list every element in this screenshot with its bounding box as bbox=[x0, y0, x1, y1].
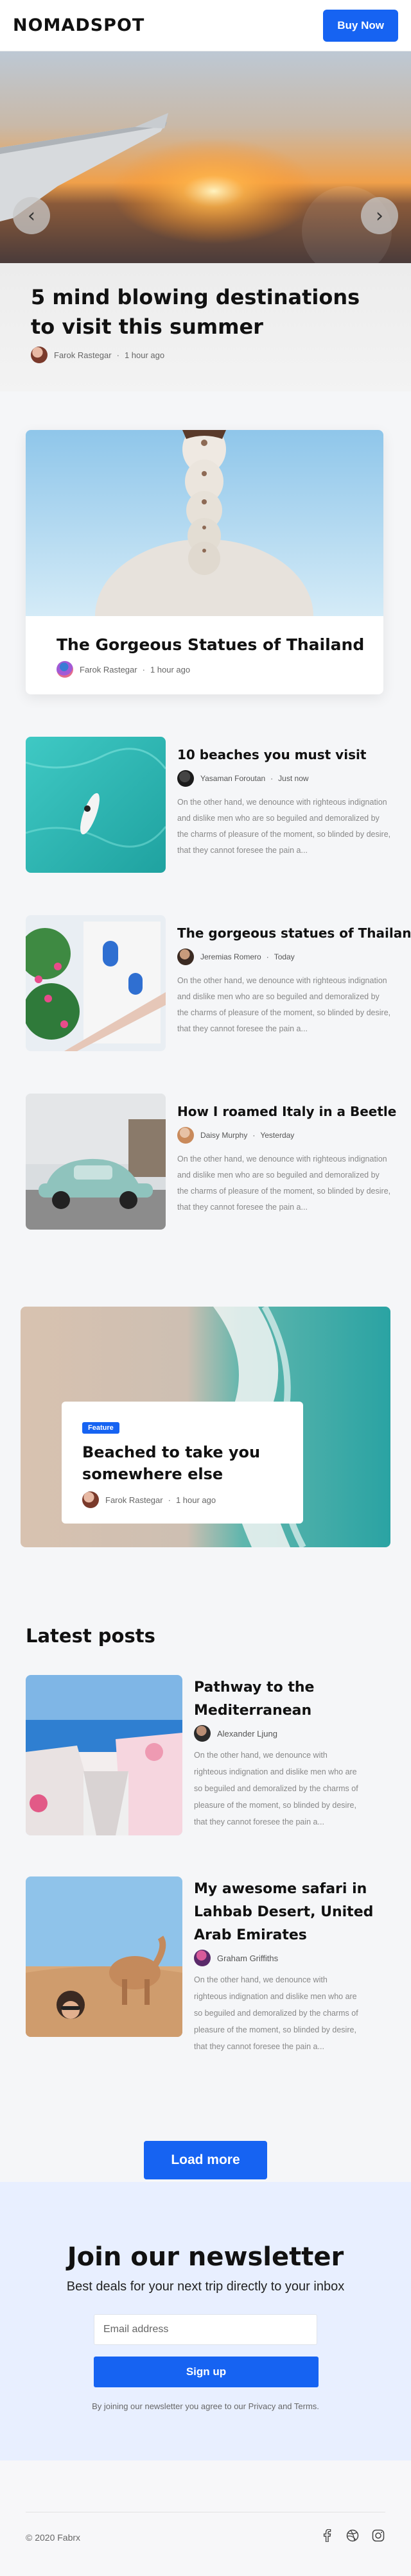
latest-post-card[interactable]: Pathway to the Mediterranean Alexander L… bbox=[26, 1675, 385, 1835]
avatar bbox=[177, 770, 194, 787]
separator-dot: · bbox=[266, 952, 269, 961]
author-name[interactable]: Graham Griffiths bbox=[217, 1953, 278, 1963]
avatar bbox=[177, 949, 194, 965]
avatar bbox=[57, 661, 73, 678]
excerpt-line: that they cannot foresee the pain a... bbox=[177, 1024, 308, 1033]
beach-feature-card: Feature Beached to take you somewhere el… bbox=[62, 1402, 303, 1524]
newsletter-title: Join our newsletter bbox=[67, 2242, 344, 2272]
excerpt-line: and dislike men who are so beguiled and … bbox=[177, 814, 380, 823]
excerpt-line: that they cannot foresee the pain a... bbox=[177, 846, 308, 855]
post-title[interactable]: 10 beaches you must visit bbox=[177, 747, 411, 762]
author-name[interactable]: Alexander Ljung bbox=[217, 1729, 277, 1739]
facebook-icon[interactable] bbox=[320, 2529, 334, 2543]
post-title[interactable]: My awesome safari in Lahbab Desert, Unit… bbox=[194, 1878, 387, 1947]
carousel-prev-button[interactable]: ‹ bbox=[13, 197, 50, 234]
post-time: Today bbox=[274, 952, 295, 961]
post-card[interactable]: 10 beaches you must visit Yasaman Forout… bbox=[26, 737, 411, 873]
social-links bbox=[320, 2529, 385, 2543]
post-time: Just now bbox=[278, 774, 309, 783]
email-field[interactable] bbox=[94, 2314, 317, 2345]
post-excerpt: On the other hand, we denounce with righ… bbox=[177, 1151, 411, 1215]
hero-carousel: ‹ › 5 mind blowing destinations to visit… bbox=[0, 51, 411, 391]
post-meta: Jeremias Romero · Today bbox=[177, 949, 295, 965]
post-time: Yesterday bbox=[260, 1131, 295, 1140]
featured-post-image bbox=[26, 430, 383, 616]
author-name[interactable]: Farok Rastegar bbox=[54, 350, 112, 360]
separator-dot: · bbox=[116, 350, 119, 360]
post-excerpt: On the other hand, we denounce with righ… bbox=[194, 1975, 358, 2051]
post-time: 1 hour ago bbox=[124, 350, 165, 360]
beach-feature-meta: Farok Rastegar · 1 hour ago bbox=[82, 1491, 216, 1508]
instagram-icon[interactable] bbox=[371, 2529, 385, 2543]
post-time: 1 hour ago bbox=[150, 664, 191, 674]
separator-dot: · bbox=[168, 1495, 171, 1505]
excerpt-line: and dislike men who are so beguiled and … bbox=[177, 1171, 380, 1180]
dribbble-icon[interactable] bbox=[345, 2529, 360, 2543]
hero-title[interactable]: 5 mind blowing destinations to visit thi… bbox=[31, 282, 390, 341]
excerpt-line: the charms of pleasure of the moment, so… bbox=[177, 1187, 391, 1196]
newsletter-subtitle: Best deals for your next trip directly t… bbox=[66, 2280, 345, 2294]
author-name[interactable]: Farok Rastegar bbox=[80, 665, 137, 674]
post-excerpt: On the other hand, we denounce with righ… bbox=[177, 794, 411, 859]
post-title[interactable]: Pathway to the Mediterranean bbox=[194, 1676, 387, 1722]
site-header: NOMADSPOT Buy Now bbox=[0, 0, 411, 51]
hero-meta: Farok Rastegar · 1 hour ago bbox=[31, 347, 164, 363]
post-meta: Graham Griffiths bbox=[194, 1950, 278, 1966]
beach-feature-title[interactable]: Beached to take you somewhere else bbox=[82, 1441, 288, 1485]
sign-up-button[interactable]: Sign up bbox=[94, 2357, 319, 2387]
post-time: 1 hour ago bbox=[175, 1495, 216, 1505]
feature-badge: Feature bbox=[82, 1422, 119, 1434]
load-more-button[interactable]: Load more bbox=[144, 2141, 267, 2179]
featured-post-meta: Farok Rastegar · 1 hour ago bbox=[57, 661, 190, 678]
post-title[interactable]: How I roamed Italy in a Beetle bbox=[177, 1104, 411, 1119]
site-logo[interactable]: NOMADSPOT bbox=[13, 15, 144, 35]
excerpt-line: On the other hand, we denounce with righ… bbox=[177, 1155, 387, 1163]
excerpt-line: the charms of pleasure of the moment, so… bbox=[177, 830, 391, 839]
excerpt-line: and dislike men who are so beguiled and … bbox=[177, 992, 380, 1001]
post-thumbnail bbox=[26, 1094, 166, 1230]
excerpt-line: that they cannot foresee the pain a... bbox=[177, 1203, 308, 1212]
post-excerpt: On the other hand, we denounce with righ… bbox=[177, 973, 411, 1037]
excerpt-line: On the other hand, we denounce with righ… bbox=[177, 798, 387, 807]
avatar bbox=[82, 1491, 99, 1508]
post-card[interactable]: How I roamed Italy in a Beetle Daisy Mur… bbox=[26, 1094, 411, 1230]
featured-post-card[interactable]: The Gorgeous Statues of Thailand Farok R… bbox=[26, 430, 383, 694]
copyright-text: © 2020 Fabrx bbox=[26, 2532, 81, 2543]
post-card[interactable]: The gorgeous statues of Thailand Jeremia… bbox=[26, 915, 411, 1051]
post-thumbnail bbox=[26, 737, 166, 873]
carousel-next-button[interactable]: › bbox=[361, 197, 398, 234]
post-meta: Yasaman Foroutan · Just now bbox=[177, 770, 309, 787]
separator-dot: · bbox=[270, 774, 274, 783]
avatar bbox=[194, 1950, 211, 1966]
separator-dot: · bbox=[252, 1131, 256, 1140]
post-thumbnail bbox=[26, 915, 166, 1051]
site-footer: © 2020 Fabrx bbox=[0, 2460, 411, 2576]
beach-feature-banner[interactable]: Feature Beached to take you somewhere el… bbox=[21, 1307, 390, 1547]
post-title[interactable]: The gorgeous statues of Thailand bbox=[177, 925, 411, 941]
avatar bbox=[177, 1127, 194, 1144]
avatar bbox=[31, 347, 48, 363]
latest-posts-heading: Latest posts bbox=[26, 1625, 155, 1647]
separator-dot: · bbox=[142, 664, 145, 674]
buy-now-button[interactable]: Buy Now bbox=[323, 9, 398, 42]
author-name[interactable]: Farok Rastegar bbox=[105, 1495, 163, 1505]
newsletter-section: Join our newsletter Best deals for your … bbox=[0, 2182, 411, 2460]
post-meta: Alexander Ljung bbox=[194, 1725, 277, 1742]
hero-image bbox=[0, 51, 411, 263]
featured-post-title[interactable]: The Gorgeous Statues of Thailand bbox=[57, 635, 364, 654]
post-meta: Daisy Murphy · Yesterday bbox=[177, 1127, 294, 1144]
post-excerpt: On the other hand, we denounce with righ… bbox=[194, 1751, 358, 1826]
chevron-right-icon: › bbox=[376, 204, 383, 227]
author-name[interactable]: Yasaman Foroutan bbox=[200, 774, 265, 783]
post-thumbnail bbox=[26, 1876, 182, 2037]
chevron-left-icon: ‹ bbox=[28, 204, 35, 227]
author-name[interactable]: Daisy Murphy bbox=[200, 1131, 247, 1140]
avatar bbox=[194, 1725, 211, 1742]
newsletter-terms-note: By joining our newsletter you agree to o… bbox=[92, 2401, 319, 2411]
author-name[interactable]: Jeremias Romero bbox=[200, 952, 261, 961]
latest-post-card[interactable]: My awesome safari in Lahbab Desert, Unit… bbox=[26, 1876, 385, 2069]
excerpt-line: the charms of pleasure of the moment, so… bbox=[177, 1008, 391, 1017]
post-thumbnail bbox=[26, 1675, 182, 1835]
excerpt-line: On the other hand, we denounce with righ… bbox=[177, 976, 387, 985]
